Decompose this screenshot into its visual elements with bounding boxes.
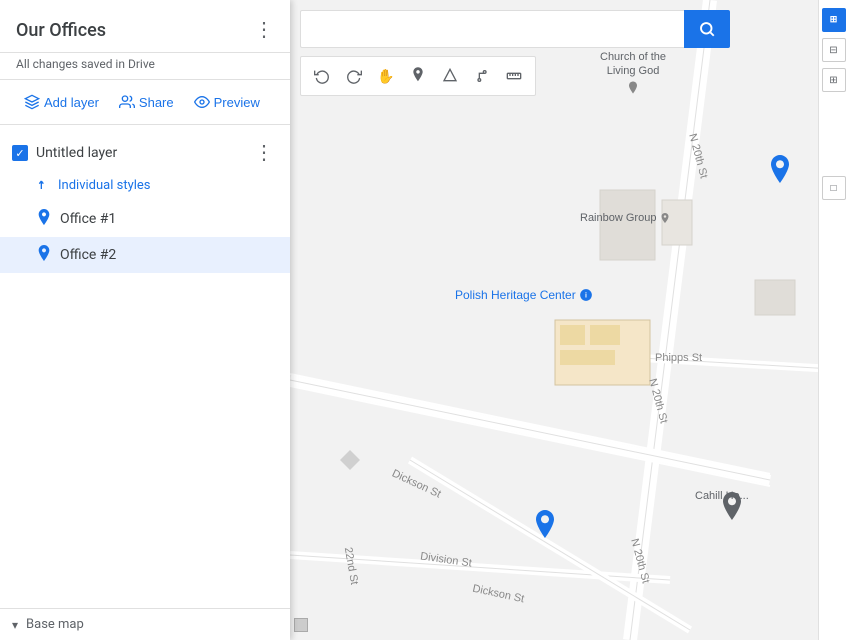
add-layer-button[interactable]: Add layer	[16, 88, 107, 116]
office-1-label: Office #1	[60, 211, 116, 227]
hand-tool-button[interactable]: ✋	[371, 61, 401, 91]
sidebar: Our Offices ⋮ All changes saved in Drive…	[0, 0, 290, 640]
layer-checkbox[interactable]: ✓	[12, 145, 28, 161]
map-marker-1[interactable]	[768, 155, 792, 191]
measure-button[interactable]	[499, 61, 529, 91]
sidebar-subtitle: All changes saved in Drive	[0, 53, 290, 80]
sidebar-header: Our Offices ⋮	[0, 0, 290, 53]
right-btn-3[interactable]: ⊞	[822, 68, 846, 92]
layers-icon	[24, 94, 40, 110]
search-bar	[300, 10, 730, 48]
shape-icon	[442, 68, 458, 84]
undo-icon	[314, 68, 330, 84]
map-control-1[interactable]	[294, 618, 308, 632]
pin-icon-1	[36, 209, 52, 229]
measure-icon	[506, 68, 522, 84]
church-label: Church of theLiving God	[600, 50, 666, 99]
office-2-label: Office #2	[60, 247, 116, 263]
offices-list: Office #1 Office #2	[0, 201, 290, 273]
basemap-label: Base map	[26, 617, 84, 632]
pin-tool-button[interactable]	[403, 61, 433, 91]
layer-section: ✓ Untitled layer ⋮ Individual styles Off…	[0, 125, 290, 608]
place-icon	[659, 212, 671, 224]
layer-header: ✓ Untitled layer ⋮	[0, 133, 290, 173]
heritage-icon: i	[579, 288, 593, 302]
individual-styles-label: Individual styles	[58, 178, 151, 193]
chevron-down-icon: ▾	[12, 618, 18, 632]
preview-label: Preview	[214, 95, 260, 110]
redo-icon	[346, 68, 362, 84]
redo-button[interactable]	[339, 61, 369, 91]
office-item-2[interactable]: Office #2	[0, 237, 290, 273]
right-panel: ⊞ ⊟ ⊞ □	[818, 0, 848, 640]
map-marker-3[interactable]	[720, 492, 744, 528]
right-btn-2[interactable]: ⊟	[822, 38, 846, 62]
map-marker-2[interactable]	[533, 510, 557, 546]
draw-tool-button[interactable]	[435, 61, 465, 91]
polish-label: Polish Heritage Center i	[455, 288, 593, 302]
rainbow-label: Rainbow Group	[580, 212, 671, 224]
sidebar-more-button[interactable]: ⋮	[250, 16, 278, 44]
right-btn-1[interactable]: ⊞	[822, 8, 846, 32]
search-button[interactable]	[684, 10, 730, 48]
undo-button[interactable]	[307, 61, 337, 91]
individual-styles[interactable]: Individual styles	[0, 173, 290, 197]
style-icon	[36, 177, 52, 193]
route-tool-button[interactable]	[467, 61, 497, 91]
search-input[interactable]	[300, 10, 684, 48]
pin-icon-2	[36, 245, 52, 265]
marker-icon	[411, 67, 425, 85]
share-label: Share	[139, 95, 174, 110]
map-container: ✋	[290, 0, 848, 640]
preview-button[interactable]: Preview	[186, 88, 268, 116]
phipps-label: Phipps St	[655, 352, 702, 364]
toolbar: ✋	[300, 56, 536, 96]
eye-icon	[194, 94, 210, 110]
layer-header-left: ✓ Untitled layer	[12, 145, 117, 161]
layer-more-button[interactable]: ⋮	[250, 139, 278, 167]
share-button[interactable]: Share	[111, 88, 182, 116]
hand-icon: ✋	[377, 68, 394, 85]
search-icon	[698, 20, 716, 38]
layer-title: Untitled layer	[36, 145, 117, 161]
sidebar-title: Our Offices	[16, 20, 106, 41]
people-icon	[119, 94, 135, 110]
right-btn-4[interactable]: □	[822, 176, 846, 200]
svg-text:i: i	[585, 292, 587, 299]
map-streets	[290, 0, 848, 640]
office-item-1[interactable]: Office #1	[0, 201, 290, 237]
basemap-section[interactable]: ▾ Base map	[0, 608, 290, 640]
sidebar-actions: Add layer Share Preview	[0, 80, 290, 125]
route-icon	[474, 68, 490, 84]
add-layer-label: Add layer	[44, 95, 99, 110]
